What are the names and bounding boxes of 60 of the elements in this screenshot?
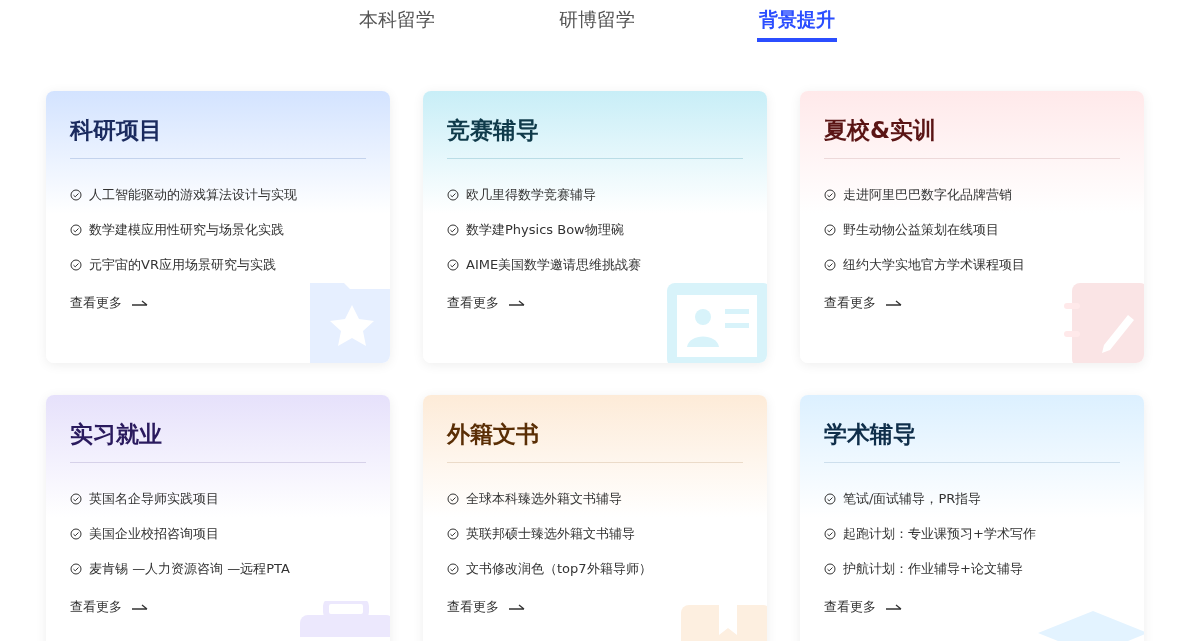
card-item: 野生动物公益策划在线项目 <box>843 220 999 239</box>
card-item: 全球本科臻选外籍文书辅导 <box>466 489 622 508</box>
arrow-right-icon <box>509 299 525 307</box>
check-circle-icon <box>70 223 82 236</box>
card-item: 美国企业校招咨询项目 <box>89 524 219 543</box>
card-title: 夏校&实训 <box>824 116 938 145</box>
card-title: 实习就业 <box>70 420 163 449</box>
card-item: 欧几里得数学竞赛辅导 <box>466 185 596 204</box>
card-item: 笔试/面试辅导，PR指导 <box>843 489 982 508</box>
card-title: 竞赛辅导 <box>447 116 540 145</box>
check-circle-icon <box>447 223 459 236</box>
arrow-right-icon <box>132 299 148 307</box>
check-circle-icon <box>70 527 82 540</box>
arrow-right-icon <box>132 603 148 611</box>
check-circle-icon <box>70 258 82 271</box>
check-circle-icon <box>824 223 836 236</box>
tab[interactable]: 本科留学 <box>358 0 435 38</box>
tab[interactable]: 研博留学 <box>558 0 635 38</box>
check-circle-icon <box>70 188 82 201</box>
card-item: 人工智能驱动的游戏算法设计与实现 <box>89 185 297 204</box>
see-more-link[interactable]: 查看更多 <box>70 598 148 616</box>
check-circle-icon <box>824 188 836 201</box>
see-more-link[interactable]: 查看更多 <box>824 598 902 616</box>
check-circle-icon <box>447 258 459 271</box>
check-circle-icon <box>824 527 836 540</box>
see-more-link[interactable]: 查看更多 <box>824 294 902 312</box>
arrow-right-icon <box>509 603 525 611</box>
card-item: 麦肯锡 —人力资源咨询 —远程PTA <box>89 559 290 578</box>
arrow-right-icon <box>886 603 902 611</box>
card-item: 纽约大学实地官方学术课程项目 <box>843 255 1025 274</box>
notebook-pen-icon <box>1064 283 1144 363</box>
card-item: 数学建Physics Bow物理碗 <box>466 220 624 239</box>
card-item: 走进阿里巴巴数字化品牌营销 <box>843 185 1012 204</box>
check-circle-icon <box>824 258 836 271</box>
check-circle-icon <box>824 492 836 505</box>
card-item: 数学建模应用性研究与场景化实践 <box>89 220 284 239</box>
card-item: 英国名企导师实践项目 <box>89 489 219 508</box>
card-item: 护航计划：作业辅导+论文辅导 <box>843 559 1023 578</box>
see-more-link[interactable]: 查看更多 <box>70 294 148 312</box>
tab[interactable]: 背景提升 <box>758 0 835 38</box>
card-item: 元宇宙的VR应用场景研究与实践 <box>89 255 276 274</box>
card-item: AIME美国数学邀请思维挑战赛 <box>466 255 642 274</box>
check-circle-icon <box>70 562 82 575</box>
id-card-icon <box>667 283 767 363</box>
check-circle-icon <box>824 562 836 575</box>
card-item: 英联邦硕士臻选外籍文书辅导 <box>466 524 635 543</box>
check-circle-icon <box>447 188 459 201</box>
folder-star-icon <box>310 283 390 363</box>
card-title: 科研项目 <box>70 116 163 145</box>
check-circle-icon <box>447 527 459 540</box>
card-item: 起跑计划：专业课预习+学术写作 <box>843 524 1036 543</box>
see-more-link[interactable]: 查看更多 <box>447 598 525 616</box>
arrow-right-icon <box>886 299 902 307</box>
check-circle-icon <box>447 492 459 505</box>
check-circle-icon <box>447 562 459 575</box>
card-title: 学术辅导 <box>824 420 917 449</box>
card-title: 外籍文书 <box>447 420 540 449</box>
card-item: 文书修改润色（top7外籍导师） <box>466 559 652 578</box>
check-circle-icon <box>70 492 82 505</box>
see-more-link[interactable]: 查看更多 <box>447 294 525 312</box>
